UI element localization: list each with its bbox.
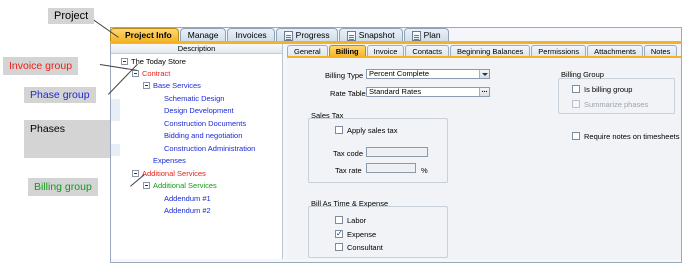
tree-column-header[interactable]: Description bbox=[111, 44, 282, 54]
billing-type-label: Billing Type bbox=[325, 71, 364, 80]
tab-snapshot[interactable]: Snapshot bbox=[338, 28, 403, 42]
document-icon bbox=[346, 30, 356, 41]
rate-table-label: Rate Table bbox=[330, 89, 366, 98]
summarize-phases-label: Summarize phases bbox=[584, 100, 649, 109]
tax-code-label: Tax code bbox=[333, 149, 364, 158]
tax-rate-label: Tax rate bbox=[335, 166, 362, 175]
tree-row-phase[interactable]: Schematic Design bbox=[164, 93, 224, 104]
billing-type-value: Percent Complete bbox=[369, 69, 430, 78]
tree-row-phase[interactable]: Construction Administration bbox=[164, 143, 255, 154]
apply-sales-tax-label: Apply sales tax bbox=[347, 126, 398, 135]
subtab-label: Billing bbox=[335, 47, 359, 56]
tab-project-info[interactable]: Project Info bbox=[110, 28, 179, 42]
tree-row-label: Addendum #1 bbox=[164, 194, 211, 203]
require-notes-checkbox[interactable] bbox=[572, 132, 580, 140]
tree-row-label: Design Development bbox=[164, 106, 234, 115]
is-billing-group-label: Is billing group bbox=[584, 85, 633, 94]
tree-row-expenses[interactable]: Expenses bbox=[153, 155, 186, 166]
tab-manage[interactable]: Manage bbox=[179, 28, 227, 42]
tax-code-field[interactable] bbox=[366, 147, 428, 157]
ellipsis-icon[interactable]: ... bbox=[479, 88, 489, 96]
collapse-icon[interactable] bbox=[143, 182, 150, 189]
tree-row-invoice-group[interactable]: Contract bbox=[132, 68, 170, 79]
tree-header-label: Description bbox=[177, 44, 216, 53]
collapse-icon[interactable] bbox=[132, 170, 139, 177]
billing-group-title: Billing Group bbox=[561, 70, 604, 79]
tree-row-label: Bidding and negotiation bbox=[164, 131, 243, 140]
chevron-down-icon[interactable] bbox=[479, 70, 489, 78]
callout-phase-group: Phase group bbox=[24, 87, 96, 103]
rate-table-field[interactable]: Standard Rates ... bbox=[366, 87, 490, 97]
is-billing-group-checkbox[interactable] bbox=[572, 85, 580, 93]
apply-sales-tax-checkbox[interactable] bbox=[335, 126, 343, 134]
tree-row-label: The Today Store bbox=[131, 57, 186, 66]
collapse-icon[interactable] bbox=[143, 82, 150, 89]
tree-row-label: Additional Services bbox=[153, 181, 217, 190]
phase-tree: Description The Today Store Contract Bas… bbox=[111, 44, 283, 259]
time-expense-title: Bill As Time & Expense bbox=[311, 199, 389, 208]
tab-progress[interactable]: Progress bbox=[275, 28, 338, 42]
callout-phases: Phases bbox=[24, 120, 110, 158]
labor-checkbox[interactable] bbox=[335, 216, 343, 224]
tree-row-label: Schematic Design bbox=[164, 94, 225, 103]
subtab-label: Contacts bbox=[412, 47, 442, 56]
subtab-label: Attachments bbox=[594, 47, 636, 56]
tax-rate-field[interactable] bbox=[366, 163, 416, 173]
tree-row-phase[interactable]: Bidding and negotiation bbox=[164, 130, 242, 141]
summarize-phases-checkbox[interactable] bbox=[572, 100, 580, 108]
subtab-label: Beginning Balances bbox=[456, 47, 524, 56]
tab-plan[interactable]: Plan bbox=[403, 28, 449, 42]
tree-selection-stripe bbox=[111, 144, 120, 156]
tree-row-label: Construction Administration bbox=[164, 144, 256, 153]
subtab-label: Invoice bbox=[373, 47, 398, 56]
tree-row-phase[interactable]: Addendum #2 bbox=[164, 205, 211, 216]
expense-checkbox[interactable]: ✓ bbox=[335, 230, 343, 238]
tree-row-project[interactable]: The Today Store bbox=[121, 56, 186, 67]
expense-label: Expense bbox=[347, 230, 377, 239]
tree-selection-stripe bbox=[111, 99, 120, 121]
subtab-label: General bbox=[294, 47, 321, 56]
callout-project: Project bbox=[48, 8, 95, 24]
consultant-label: Consultant bbox=[347, 243, 383, 252]
callout-billing-group: Billing group bbox=[28, 178, 98, 196]
document-icon bbox=[411, 30, 421, 41]
labor-label: Labor bbox=[347, 216, 367, 225]
collapse-icon[interactable] bbox=[121, 58, 128, 65]
subtab-label: Notes bbox=[650, 47, 671, 56]
subtab-underline bbox=[287, 56, 681, 58]
require-notes-label: Require notes on timesheets bbox=[584, 132, 680, 141]
callout-invoice-group: Invoice group bbox=[3, 57, 79, 75]
tab-invoices[interactable]: Invoices bbox=[227, 28, 275, 42]
tree-row-label: Addendum #2 bbox=[164, 206, 211, 215]
tree-row-label: Expenses bbox=[153, 156, 186, 165]
billing-type-select[interactable]: Percent Complete bbox=[366, 69, 490, 79]
sales-tax-title: Sales Tax bbox=[311, 111, 344, 120]
tree-row-label: Additional Services bbox=[142, 169, 206, 178]
tree-row-phase-group[interactable]: Base Services bbox=[143, 80, 201, 91]
consultant-checkbox[interactable] bbox=[335, 243, 343, 251]
tree-row-phase[interactable]: Design Development bbox=[164, 105, 234, 116]
tree-row-phase[interactable]: Construction Documents bbox=[164, 118, 246, 129]
tree-row-label: Contract bbox=[142, 69, 171, 78]
top-tab-bar: Project Info Manage Invoices Progress Sn… bbox=[110, 28, 450, 42]
document-icon bbox=[283, 30, 293, 41]
tree-row-billing-group[interactable]: Additional Services bbox=[143, 180, 217, 191]
collapse-icon[interactable] bbox=[132, 70, 139, 77]
tree-row-label: Construction Documents bbox=[164, 119, 247, 128]
percent-sign: % bbox=[421, 166, 428, 175]
tree-row-label: Base Services bbox=[153, 81, 201, 90]
tree-row-phase[interactable]: Addendum #1 bbox=[164, 193, 211, 204]
subtab-label: Permissions bbox=[538, 47, 580, 56]
rate-table-value: Standard Rates bbox=[369, 87, 422, 96]
